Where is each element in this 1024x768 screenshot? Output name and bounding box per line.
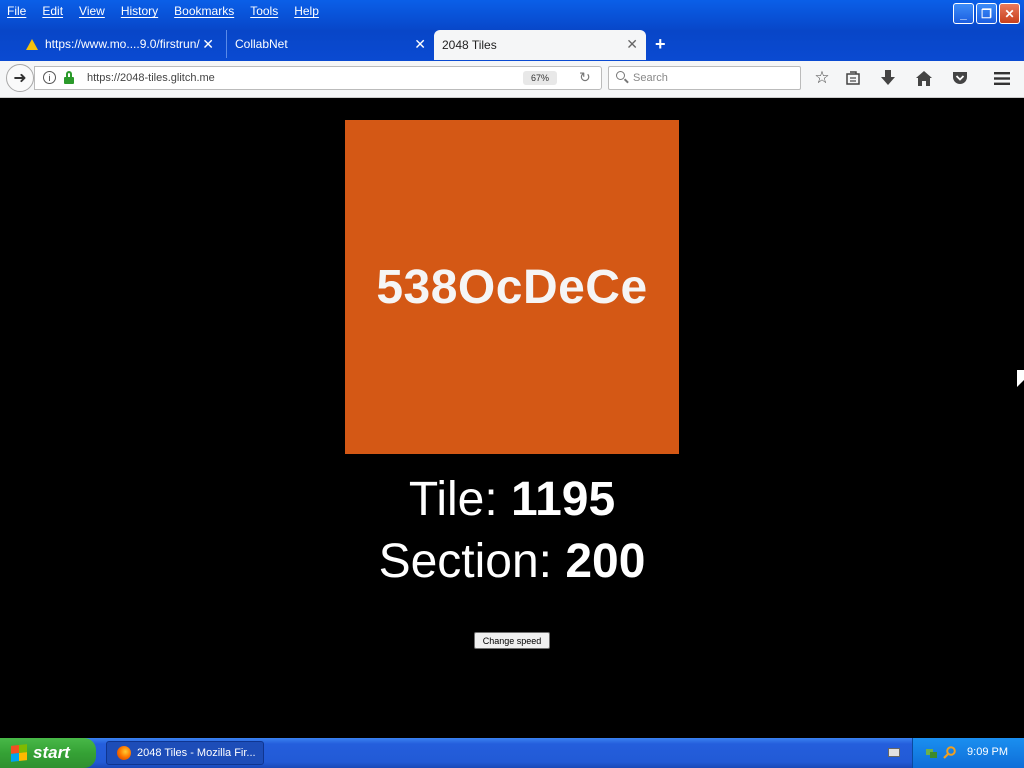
menu-bar: File Edit View History Bookmarks Tools H… (0, 0, 328, 22)
keyboard-icon[interactable] (888, 748, 900, 757)
warning-icon (26, 38, 38, 50)
search-tray-icon[interactable] (943, 746, 956, 759)
hamburger-menu-icon[interactable] (991, 67, 1013, 89)
reading-list-icon[interactable] (842, 67, 864, 89)
search-icon (616, 71, 625, 80)
zoom-indicator[interactable]: 67% (523, 71, 557, 85)
tab-collabnet[interactable]: CollabNet ✕ (226, 30, 434, 58)
taskbar-item-label: 2048 Tiles - Mozilla Fir... (137, 747, 256, 759)
firefox-icon (117, 746, 131, 760)
menu-view[interactable]: View (79, 4, 105, 18)
tab-close-icon[interactable]: ✕ (202, 36, 214, 53)
close-window-button[interactable]: ✕ (999, 3, 1020, 24)
page-content: 538OcDeCe Tile: 1195 Section: 200 Change… (0, 98, 1024, 738)
address-bar[interactable]: i https://2048-tiles.glitch.me 67% ↻ (34, 66, 602, 90)
tab-label: 2048 Tiles (442, 38, 497, 52)
restore-button[interactable]: ❐ (976, 3, 997, 24)
menu-tools[interactable]: Tools (250, 4, 278, 18)
mouse-cursor-icon (1017, 370, 1024, 387)
new-tab-plus-icon[interactable]: + (655, 34, 666, 55)
section-counter: Section: 200 (0, 534, 1024, 589)
windows-taskbar: start 2048 Tiles - Mozilla Fir... 9:09 P… (0, 738, 1024, 768)
network-icon[interactable] (925, 746, 938, 759)
lock-icon (64, 71, 74, 84)
tile-label: 538OcDeCe (376, 260, 648, 314)
minimize-button[interactable]: _ (953, 3, 974, 24)
back-arrow-icon: ➜ (13, 70, 27, 87)
start-button[interactable]: start (0, 738, 96, 768)
minimize-icon: _ (960, 6, 967, 21)
back-button[interactable]: ➜ (6, 64, 34, 92)
system-tray: 9:09 PM (912, 738, 1024, 768)
section-counter-value: 200 (565, 535, 646, 588)
menu-help[interactable]: Help (294, 4, 319, 18)
tile-square: 538OcDeCe (345, 120, 679, 454)
tab-label: https://www.mo....9.0/firstrun/ (45, 37, 200, 51)
close-icon: ✕ (1004, 6, 1015, 21)
tab-close-icon[interactable]: ✕ (626, 36, 638, 53)
tab-firstrun[interactable]: https://www.mo....9.0/firstrun/ ✕ (18, 30, 222, 58)
navigation-bar: ➜ i https://2048-tiles.glitch.me 67% ↻ S… (0, 61, 1024, 98)
tab-strip: https://www.mo....9.0/firstrun/ ✕ Collab… (0, 30, 700, 60)
tile-counter-value: 1195 (511, 473, 616, 526)
restore-icon: ❐ (981, 6, 992, 21)
reload-icon[interactable]: ↻ (579, 69, 591, 86)
browser-title-bar: File Edit View History Bookmarks Tools H… (0, 0, 1024, 62)
menu-history[interactable]: History (121, 4, 158, 18)
change-speed-button[interactable]: Change speed (474, 632, 550, 649)
home-icon[interactable] (913, 67, 935, 89)
tab-2048-tiles[interactable]: 2048 Tiles ✕ (434, 30, 646, 60)
taskbar-item-firefox[interactable]: 2048 Tiles - Mozilla Fir... (106, 741, 264, 765)
menu-file[interactable]: File (7, 4, 26, 18)
menu-edit[interactable]: Edit (42, 4, 63, 18)
window-controls: _ ❐ ✕ (953, 3, 1020, 24)
tab-label: CollabNet (235, 37, 288, 51)
search-input[interactable]: Search (608, 66, 801, 90)
windows-flag-icon (11, 744, 27, 762)
clock: 9:09 PM (967, 746, 1008, 758)
menu-bookmarks[interactable]: Bookmarks (174, 4, 234, 18)
tab-close-icon[interactable]: ✕ (414, 36, 426, 53)
pocket-icon[interactable] (949, 67, 971, 89)
search-placeholder: Search (633, 72, 668, 84)
tile-counter: Tile: 1195 (0, 472, 1024, 527)
url-text[interactable]: https://2048-tiles.glitch.me (87, 72, 215, 84)
section-counter-label: Section: (378, 535, 566, 588)
download-icon[interactable] (877, 67, 899, 89)
start-label: start (33, 743, 70, 762)
bookmark-star-icon[interactable]: ☆ (811, 67, 833, 89)
tile-counter-label: Tile: (408, 473, 512, 526)
info-icon[interactable]: i (43, 71, 56, 84)
